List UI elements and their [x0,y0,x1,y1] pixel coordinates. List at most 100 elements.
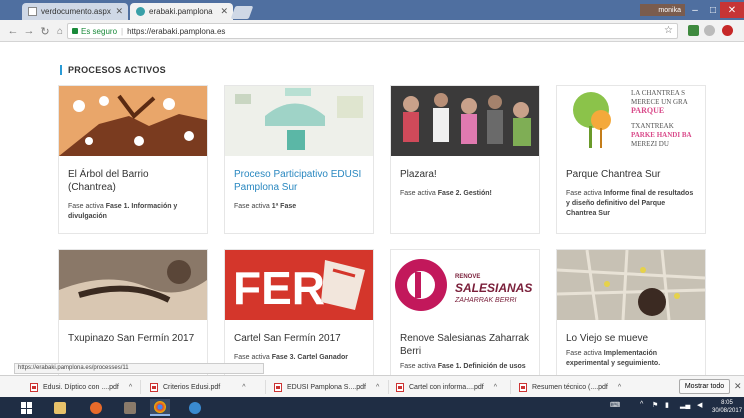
clock-date: 30/08/2017 [712,408,743,414]
chevron-up-icon[interactable]: ^ [242,384,245,391]
card-phase: Fase activa Fase 1. Información y divulg… [68,203,178,220]
divider [265,380,266,394]
download-name: EDUSI Pamplona S....pdf [287,383,366,391]
chrome-icon[interactable] [150,399,170,416]
close-icon[interactable]: ✕ [115,6,123,17]
network-icon[interactable]: ▮ [665,401,669,409]
card-title: Cartel San Fermín 2017 [234,333,341,344]
pdf-icon [396,382,404,392]
chevron-up-icon[interactable]: ^ [494,384,497,391]
svg-text:RENOVE: RENOVE [455,274,480,280]
card-title: Txupinazo San Fermín 2017 [68,333,195,344]
lock-icon [72,28,78,34]
window-close-button[interactable]: ✕ [720,2,744,18]
svg-text:ZAHARRAK BERRI: ZAHARRAK BERRI [454,297,517,304]
download-name: Resumen técnico (....pdf [532,383,608,391]
download-item[interactable]: Criterios Edusi.pdf ^ [150,380,246,394]
pdf-icon [150,382,158,392]
download-item[interactable]: Cartel con informa....pdf ^ [396,380,497,394]
bookmark-star-icon[interactable]: ☆ [664,25,673,36]
address-bar[interactable]: Es seguro | https://erabaki.pamplona.es … [67,23,678,39]
tab-title: erabaki.pamplona [149,7,213,16]
chevron-up-icon[interactable]: ^ [618,384,621,391]
firefox-icon[interactable] [86,399,106,416]
svg-text:PARQUE: PARQUE [631,106,664,115]
flag-icon[interactable]: ⚑ [652,401,658,409]
card-title: Renove Salesianas Zaharrak Berri [400,333,529,357]
app-icon[interactable] [120,399,140,416]
tab-erabaki[interactable]: erabaki.pamplona ✕ [130,3,233,20]
svg-text:FER: FER [233,262,325,314]
card-thumbnail: RENOVE SALESIANAS ZAHARRAK BERRI [391,250,539,320]
process-card[interactable]: Txupinazo San Fermín 2017 [58,249,208,375]
app-icon[interactable] [185,399,205,416]
download-shelf: Edusi. Díptico con ....pdf ^ Criterios E… [0,375,744,397]
card-title: Parque Chantrea Sur [566,169,661,180]
tab-title: verdocumento.aspx [41,7,111,16]
forward-button[interactable]: → [22,23,36,39]
system-clock[interactable]: 8:05 30/08/2017 [712,399,742,415]
tab-strip: verdocumento.aspx ✕ erabaki.pamplona ✕ m… [0,0,744,20]
download-item[interactable]: EDUSI Pamplona S....pdf ^ [274,380,379,394]
process-card[interactable]: Proceso Participativo EDUSI Pamplona Sur… [224,85,374,234]
process-card[interactable]: Plazara! Fase activa Fase 2. Gestión! [390,85,540,234]
close-icon[interactable]: ✕ [734,381,742,392]
extension-icon[interactable] [688,25,699,36]
globe-icon [136,7,145,16]
tab-verdocumento[interactable]: verdocumento.aspx ✕ [22,3,128,20]
card-thumbnail [225,86,373,156]
home-button[interactable]: ⌂ [53,23,67,39]
process-card[interactable]: LA CHANTREA S MERECE UN GRA PARQUE TXANT… [556,85,706,234]
show-all-downloads-button[interactable]: Mostrar todo [679,379,730,394]
volume-icon[interactable]: ◀ [697,401,702,409]
card-title: El Árbol del Barrio (Chantrea) [68,169,149,193]
back-button[interactable]: ← [6,23,20,39]
divider [388,380,389,394]
windows-start-icon[interactable] [21,402,33,414]
process-card[interactable]: FER Cartel San Fermín 2017 Fase activa F… [224,249,374,375]
process-card[interactable]: El Árbol del Barrio (Chantrea) Fase acti… [58,85,208,234]
card-title[interactable]: Proceso Participativo EDUSI Pamplona Sur [234,168,364,194]
adblock-icon[interactable] [722,25,733,36]
chevron-up-icon[interactable]: ^ [640,401,643,408]
card-thumbnail [391,86,539,156]
card-phase: Fase activa Fase 1. Definición de usos [400,363,526,370]
address-separator: | [121,26,124,36]
minimize-button[interactable]: – [686,2,704,18]
taskbar: ⌨ ^ ⚑ ▮ ▂▄ ◀ 8:05 30/08/2017 [0,397,744,418]
download-name: Cartel con informa....pdf [409,383,484,391]
card-thumbnail: FER [225,250,373,320]
signal-icon[interactable]: ▂▄ [680,401,690,409]
card-title: Lo Viejo se mueve [566,333,649,344]
download-item[interactable]: Edusi. Díptico con ....pdf ^ [30,380,132,394]
chevron-up-icon[interactable]: ^ [129,384,132,391]
divider [510,380,511,394]
new-tab-button[interactable] [230,6,254,19]
card-phase: Fase activa 1ª Fase [234,203,297,210]
svg-text:SALESIANAS: SALESIANAS [455,281,532,295]
card-thumbnail [59,86,207,156]
clock-time: 8:05 [721,400,733,406]
card-phase: Fase activa Implementación experimental … [566,350,661,367]
status-url-bubble: https://erabaki.pamplona.es/processes/11 [14,363,264,374]
user-profile-button[interactable]: monika [640,4,685,16]
extension-icon[interactable] [704,25,715,36]
chevron-up-icon[interactable]: ^ [376,384,379,391]
svg-text:TXANTREAK: TXANTREAK [631,122,674,130]
download-name: Edusi. Díptico con ....pdf [43,383,119,391]
card-phase: Fase activa Informe final de resultados … [566,190,694,217]
process-card[interactable]: Lo Viejo se mueve Fase activa Implementa… [556,249,706,375]
download-name: Criterios Edusi.pdf [163,383,221,391]
document-icon [28,7,37,16]
svg-text:MERECE UN GRA: MERECE UN GRA [631,98,688,106]
keyboard-icon[interactable]: ⌨ [610,401,620,409]
close-icon[interactable]: ✕ [220,6,228,17]
svg-text:MEREZI DU: MEREZI DU [631,140,669,148]
user-name: monika [658,6,681,14]
process-card[interactable]: RENOVE SALESIANAS ZAHARRAK BERRI Renove … [390,249,540,375]
reload-button[interactable]: ↻ [38,23,52,39]
download-item[interactable]: Resumen técnico (....pdf ^ [519,380,621,394]
secure-label: Es seguro [81,26,118,36]
file-explorer-icon[interactable] [50,399,70,416]
card-phase: Fase activa Fase 3. Cartel Ganador [234,354,349,361]
